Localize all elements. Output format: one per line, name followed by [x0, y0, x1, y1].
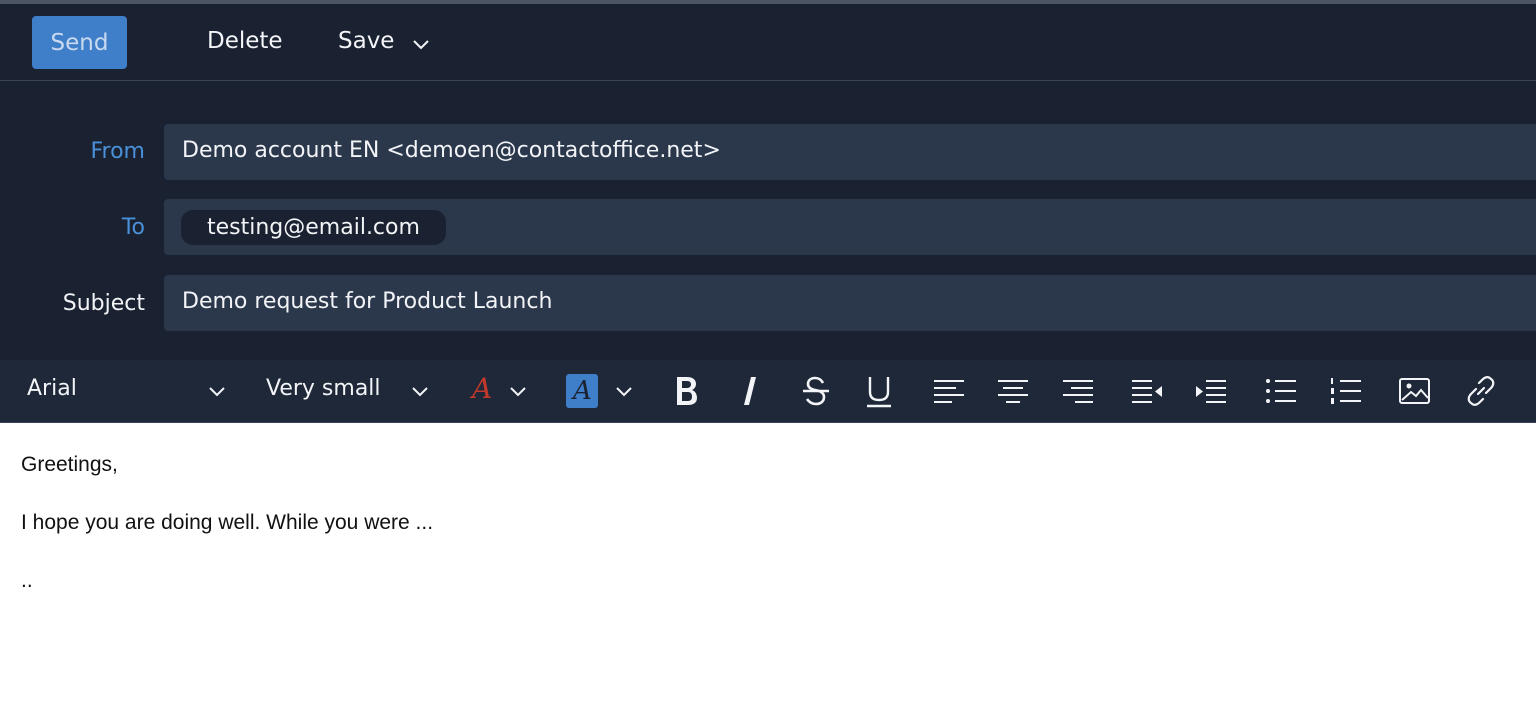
text-color-icon[interactable]: A	[472, 372, 492, 405]
highlight-chevron-icon[interactable]	[615, 386, 633, 398]
outdent-icon[interactable]	[1130, 376, 1164, 406]
subject-field[interactable]: Demo request for Product Launch	[164, 275, 1536, 331]
font-family-select[interactable]: Arial	[27, 376, 77, 401]
from-label: From	[90, 139, 145, 164]
numbered-list-icon[interactable]	[1329, 376, 1363, 406]
message-body-editor[interactable]: Greetings, I hope you are doing well. Wh…	[0, 423, 1536, 724]
formatting-toolbar: Arial Very small A A	[0, 360, 1536, 423]
body-line: ..	[21, 569, 33, 592]
image-icon[interactable]	[1398, 376, 1432, 406]
align-right-icon[interactable]	[1061, 376, 1095, 406]
subject-label: Subject	[62, 291, 145, 316]
underline-icon[interactable]	[864, 374, 894, 408]
font-size-select[interactable]: Very small	[266, 376, 381, 401]
align-center-icon[interactable]	[996, 376, 1030, 406]
italic-icon[interactable]	[738, 374, 762, 408]
highlight-color-icon[interactable]: A	[566, 374, 598, 408]
bullet-list-icon[interactable]	[1264, 376, 1298, 406]
from-field[interactable]: Demo account EN <demoen@contactoffice.ne…	[164, 124, 1536, 180]
body-line: I hope you are doing well. While you wer…	[21, 511, 434, 534]
to-label[interactable]: To	[122, 215, 145, 240]
send-button[interactable]: Send	[32, 16, 127, 69]
from-value: Demo account EN <demoen@contactoffice.ne…	[182, 138, 721, 163]
indent-icon[interactable]	[1194, 376, 1228, 406]
align-left-icon[interactable]	[932, 376, 966, 406]
body-line: Greetings,	[21, 453, 118, 476]
subject-value: Demo request for Product Launch	[182, 289, 553, 314]
recipient-chip[interactable]: testing@email.com	[181, 210, 446, 245]
highlight-glyph: A	[573, 376, 592, 406]
compose-header: From Demo account EN <demoen@contactoffi…	[0, 81, 1536, 360]
compose-toolbar: Send Delete Save	[0, 4, 1536, 81]
font-family-chevron-icon[interactable]	[208, 386, 226, 398]
text-color-chevron-icon[interactable]	[509, 386, 527, 398]
bold-icon[interactable]	[672, 374, 700, 408]
link-icon[interactable]	[1464, 375, 1498, 407]
save-dropdown-chevron-icon[interactable]	[412, 39, 430, 51]
to-field[interactable]: testing@email.com	[164, 199, 1536, 255]
font-size-chevron-icon[interactable]	[411, 386, 429, 398]
delete-button[interactable]: Delete	[207, 28, 283, 54]
save-button[interactable]: Save	[338, 28, 394, 54]
strikethrough-icon[interactable]	[801, 374, 831, 408]
